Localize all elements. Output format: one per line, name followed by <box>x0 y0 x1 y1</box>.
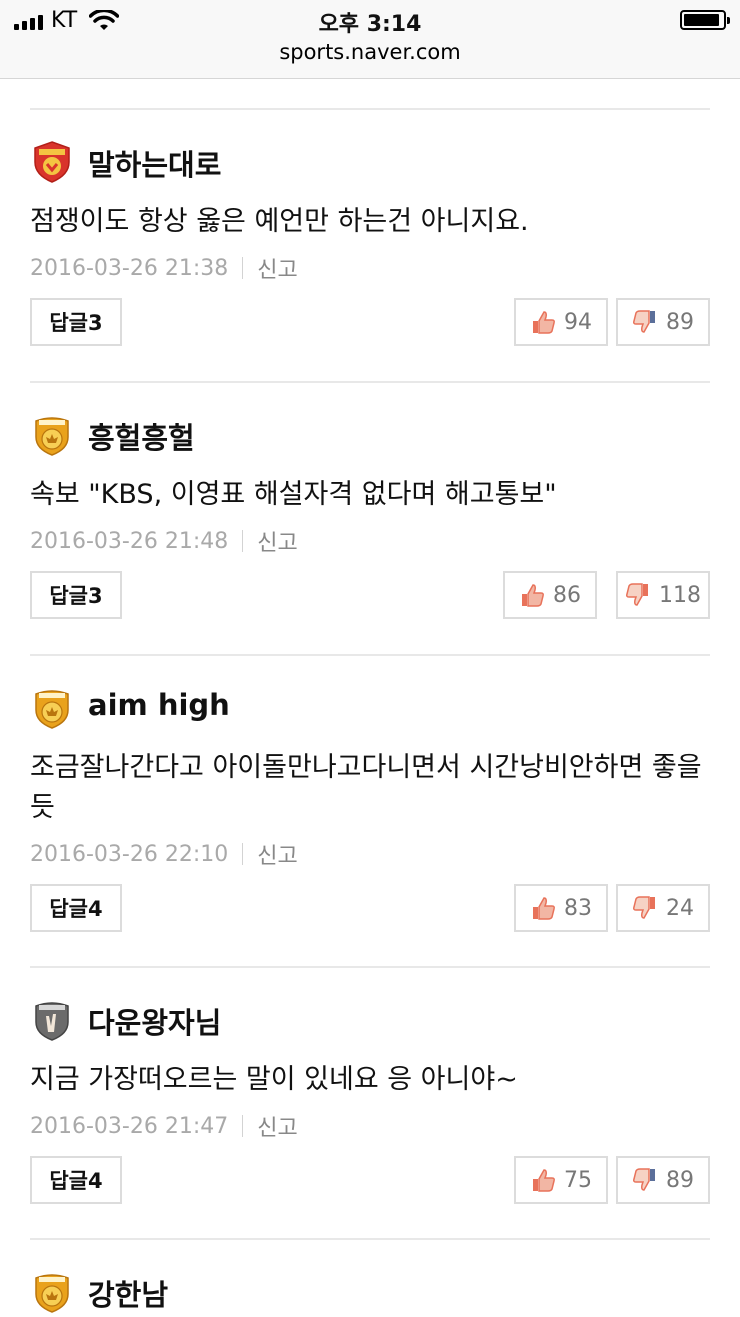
comment-text: 점쟁이도 항상 옳은 예언만 하는건 아니지요. <box>30 206 529 237</box>
thumbs-up-icon <box>533 897 555 920</box>
meta-separator <box>242 843 244 865</box>
browser-status-bar: KT 오후 3:14 sports.naver.com <box>0 0 740 79</box>
dislike-count: 118 <box>659 582 701 608</box>
comment-text: 속보 "KBS, 이영표 해설자격 없다며 해고통보" <box>30 479 557 510</box>
like-button[interactable]: 75 <box>514 1156 608 1204</box>
battery-icon <box>680 10 730 30</box>
divider <box>30 108 710 110</box>
like-button[interactable]: 83 <box>514 884 608 932</box>
user-level-badge-red-icon <box>34 141 70 183</box>
thumbs-up-icon <box>533 311 555 334</box>
like-count: 83 <box>564 895 592 921</box>
divider <box>30 1238 710 1240</box>
comment-timestamp: 2016-03-26 21:48 <box>30 528 229 554</box>
like-count: 75 <box>564 1167 592 1193</box>
comment-username[interactable]: aim high <box>88 688 230 722</box>
thumbs-up-icon <box>533 1169 555 1192</box>
dislike-button[interactable]: 89 <box>616 1156 710 1204</box>
comment-username[interactable]: 흥헐흥헐 <box>88 415 195 457</box>
reply-button[interactable]: 답글4 <box>30 1156 122 1204</box>
user-level-badge-gold-icon <box>35 690 69 729</box>
report-link[interactable]: 신고 <box>257 525 297 557</box>
like-count: 86 <box>553 582 581 608</box>
thumbs-up-icon <box>522 584 544 607</box>
user-level-badge-gold-icon <box>35 1274 69 1313</box>
user-level-badge-gray-icon <box>35 1002 69 1041</box>
thumbs-down-icon <box>633 896 655 919</box>
comment-item: 말하는대로 점쟁이도 항상 옳은 예언만 하는건 아니지요. 2016-03-2… <box>30 112 710 384</box>
dislike-count: 89 <box>666 309 694 335</box>
meta-separator <box>242 530 244 552</box>
report-link[interactable]: 신고 <box>257 838 297 870</box>
dislike-button[interactable]: 89 <box>616 298 710 346</box>
comment-item: 다운왕자님 지금 가장떠오르는 말이 있네요 응 아니야~ 2016-03-26… <box>30 970 710 1242</box>
comment-timestamp: 2016-03-26 21:38 <box>30 255 229 281</box>
meta-separator <box>242 1115 244 1137</box>
comment-meta: 2016-03-26 22:10 신고 <box>30 838 298 870</box>
comment-meta: 2016-03-26 21:48 신고 <box>30 525 298 557</box>
like-button[interactable]: 94 <box>514 298 608 346</box>
report-link[interactable]: 신고 <box>257 252 297 284</box>
dislike-count: 24 <box>666 895 694 921</box>
thumbs-down-icon <box>626 583 648 606</box>
comment-item: 강한남 <box>30 1242 710 1317</box>
dislike-count: 89 <box>666 1167 694 1193</box>
like-button[interactable]: 86 <box>503 571 597 619</box>
address-bar-url[interactable]: sports.naver.com <box>0 40 740 64</box>
divider <box>30 381 710 383</box>
report-link[interactable]: 신고 <box>257 1110 297 1142</box>
divider <box>30 966 710 968</box>
comment-meta: 2016-03-26 21:47 신고 <box>30 1110 298 1142</box>
comment-timestamp: 2016-03-26 21:47 <box>30 1113 229 1139</box>
comment-username[interactable]: 말하는대로 <box>88 142 221 184</box>
comment-meta: 2016-03-26 21:38 신고 <box>30 252 298 284</box>
meta-separator <box>242 257 244 279</box>
thumbs-down-icon <box>633 1168 655 1191</box>
like-count: 94 <box>564 309 592 335</box>
dislike-button[interactable]: 118 <box>616 571 710 619</box>
dislike-button[interactable]: 24 <box>616 884 710 932</box>
comment-item: aim high 조금잘나간다고 아이돌만나고다니면서 시간낭비안하면 좋을듯 … <box>30 658 710 966</box>
reply-button[interactable]: 답글4 <box>30 884 122 932</box>
reply-button[interactable]: 답글3 <box>30 571 122 619</box>
thumbs-down-icon <box>633 310 655 333</box>
comment-text: 지금 가장떠오르는 말이 있네요 응 아니야~ <box>30 1064 518 1095</box>
reply-button[interactable]: 답글3 <box>30 298 122 346</box>
comment-text: 조금잘나간다고 아이돌만나고다니면서 시간낭비안하면 좋을듯 <box>30 752 702 823</box>
comment-username[interactable]: 다운왕자님 <box>88 1000 221 1042</box>
user-level-badge-gold-icon <box>35 417 69 456</box>
comment-item: 흥헐흥헐 속보 "KBS, 이영표 해설자격 없다며 해고통보" 2016-03… <box>30 385 710 657</box>
comment-timestamp: 2016-03-26 22:10 <box>30 841 229 867</box>
clock: 오후 3:14 <box>318 12 422 37</box>
comment-username[interactable]: 강한남 <box>88 1272 168 1314</box>
divider <box>30 654 710 656</box>
